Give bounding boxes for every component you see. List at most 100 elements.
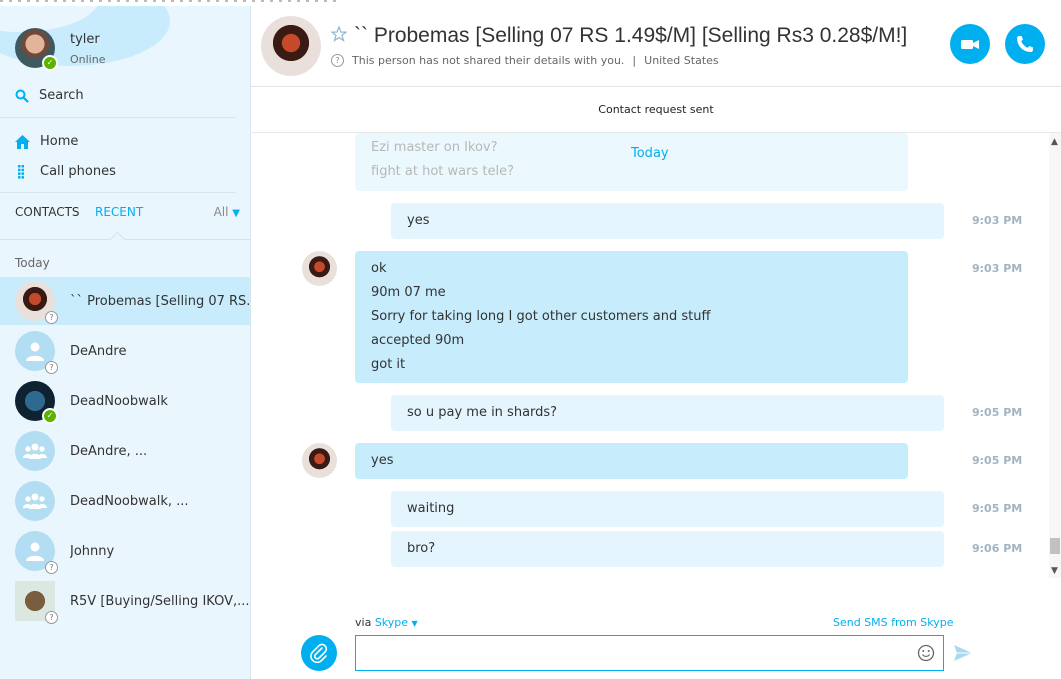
contact-item[interactable]: DeAndre, ... (0, 427, 250, 475)
conversation-header: `` Probemas [Selling 07 RS 1.49$/M] [Sel… (251, 6, 1061, 87)
contact-request-banner: Contact request sent (251, 87, 1061, 133)
conversation-subinfo: ? This person has not shared their detai… (331, 54, 719, 67)
contact-item[interactable]: ✓ DeadNoobwalk (0, 377, 250, 425)
group-icon (23, 443, 47, 459)
favorite-star-icon[interactable] (331, 26, 347, 42)
title-remnant (0, 0, 340, 2)
search-icon (15, 89, 29, 103)
nav-call-phones[interactable]: Call phones (15, 164, 116, 179)
sender-avatar[interactable] (302, 251, 337, 286)
message-line: Sorry for taking long I got other custom… (371, 309, 711, 324)
nav-home[interactable]: Home (15, 134, 78, 149)
group-icon (23, 493, 47, 509)
day-separator: Today (631, 146, 669, 161)
message-line: got it (371, 357, 406, 372)
my-avatar[interactable]: ✓ (15, 28, 58, 71)
emoticon-icon[interactable] (917, 644, 935, 662)
sender-avatar[interactable] (302, 443, 337, 478)
search-button[interactable]: Search (15, 88, 84, 103)
via-label: via (355, 616, 372, 629)
my-name[interactable]: tyler (70, 32, 100, 47)
message-bubble-outgoing[interactable]: bro? (391, 531, 944, 567)
contact-item[interactable]: ? `` Probemas [Selling 07 RS... (0, 277, 250, 325)
contact-name: Johnny (70, 543, 115, 559)
send-icon[interactable] (954, 645, 972, 661)
message-line: accepted 90m (371, 333, 465, 348)
contact-name: DeAndre, ... (70, 443, 148, 459)
scrollbar-thumb[interactable] (1050, 538, 1060, 554)
message-bubble-outgoing[interactable]: yes (391, 203, 944, 239)
paperclip-icon (310, 643, 328, 663)
divider (0, 117, 236, 118)
message-timestamp: 9:03 PM (972, 262, 1023, 275)
contact-avatar: ? (15, 581, 58, 624)
message-bubble-outgoing[interactable]: waiting (391, 491, 944, 527)
phone-icon (1017, 36, 1033, 52)
home-icon (15, 134, 30, 149)
profile-info-text: This person has not shared their details… (352, 54, 625, 67)
contact-name: DeadNoobwalk, ... (70, 493, 189, 509)
message-bubble-incoming[interactable]: yes (355, 443, 908, 479)
attach-button[interactable] (301, 635, 337, 671)
video-call-button[interactable] (950, 24, 990, 64)
message-line: yes (407, 213, 430, 228)
message-timestamp: 9:05 PM (972, 502, 1023, 515)
audio-call-button[interactable] (1005, 24, 1045, 64)
my-status[interactable]: Online (70, 53, 105, 66)
chat-scrollbar[interactable]: ▲ ▼ (1049, 133, 1061, 578)
message-line: yes (371, 453, 394, 468)
scroll-up-arrow-icon[interactable]: ▲ (1051, 137, 1058, 147)
conversation-avatar[interactable] (261, 16, 321, 76)
message-line: so u pay me in shards? (407, 405, 558, 420)
info-divider: | (632, 54, 637, 67)
message-list[interactable]: Ezi master on Ikov? fight at hot wars te… (251, 133, 1049, 603)
message-timestamp: 9:03 PM (972, 214, 1023, 227)
contact-avatar: ✓ (15, 381, 58, 424)
filter-label: All (213, 205, 229, 219)
contact-avatar: ? (15, 281, 58, 324)
contact-item[interactable]: ? Johnny (0, 527, 250, 575)
message-input[interactable] (355, 635, 944, 671)
chevron-down-icon: ▼ (232, 208, 240, 219)
online-check-icon: ✓ (42, 55, 58, 71)
message-timestamp: 9:06 PM (972, 542, 1023, 555)
contact-name: `` Probemas [Selling 07 RS... (70, 293, 250, 309)
send-sms-link[interactable]: Send SMS from Skype (833, 616, 953, 629)
tab-recent[interactable]: RECENT (95, 205, 143, 219)
online-check-icon: ✓ (42, 408, 58, 424)
scroll-down-arrow-icon[interactable]: ▼ (1051, 566, 1058, 576)
location-text: United States (644, 54, 719, 67)
message-timestamp: 9:05 PM (972, 406, 1023, 419)
caret-down-icon[interactable]: ▼ (412, 619, 418, 628)
tab-active-indicator (109, 231, 126, 248)
contact-name: R5V [Buying/Selling IKOV,... (70, 593, 250, 609)
unknown-status-icon: ? (45, 311, 58, 324)
video-camera-icon (961, 40, 979, 49)
my-avatar-wrap[interactable]: ✓ (15, 28, 58, 71)
person-icon (26, 342, 44, 361)
message-bubble-incoming[interactable]: ok 90m 07 me Sorry for taking long I got… (355, 251, 908, 383)
contact-item[interactable]: ? R5V [Buying/Selling IKOV,... (0, 577, 250, 625)
nav-home-label: Home (40, 134, 79, 149)
send-via-selector[interactable]: via Skype ▼ (355, 616, 418, 629)
contact-avatar: ? (15, 531, 58, 574)
message-line: waiting (407, 501, 455, 516)
message-bubble-faded: Ezi master on Ikov? fight at hot wars te… (355, 133, 908, 191)
message-bubble-outgoing[interactable]: so u pay me in shards? (391, 395, 944, 431)
contact-avatar: ? (15, 331, 58, 374)
via-service[interactable]: Skype (375, 616, 408, 629)
filter-dropdown[interactable]: All ▼ (214, 205, 240, 219)
unknown-status-icon: ? (45, 611, 58, 624)
message-line: bro? (407, 541, 436, 556)
contact-name: DeAndre (70, 343, 127, 359)
contact-item[interactable]: DeadNoobwalk, ... (0, 477, 250, 525)
nav-call-phones-label: Call phones (40, 164, 116, 179)
contact-item[interactable]: ? DeAndre (0, 327, 250, 375)
tab-contacts[interactable]: CONTACTS (15, 205, 80, 219)
contact-avatar (15, 481, 55, 521)
message-line: ok (371, 261, 387, 276)
section-header-today: Today (15, 256, 50, 270)
conversation-title[interactable]: `` Probemas [Selling 07 RS 1.49$/M] [Sel… (354, 24, 907, 48)
contact-name: DeadNoobwalk (70, 393, 168, 409)
dialpad-icon (18, 164, 24, 179)
